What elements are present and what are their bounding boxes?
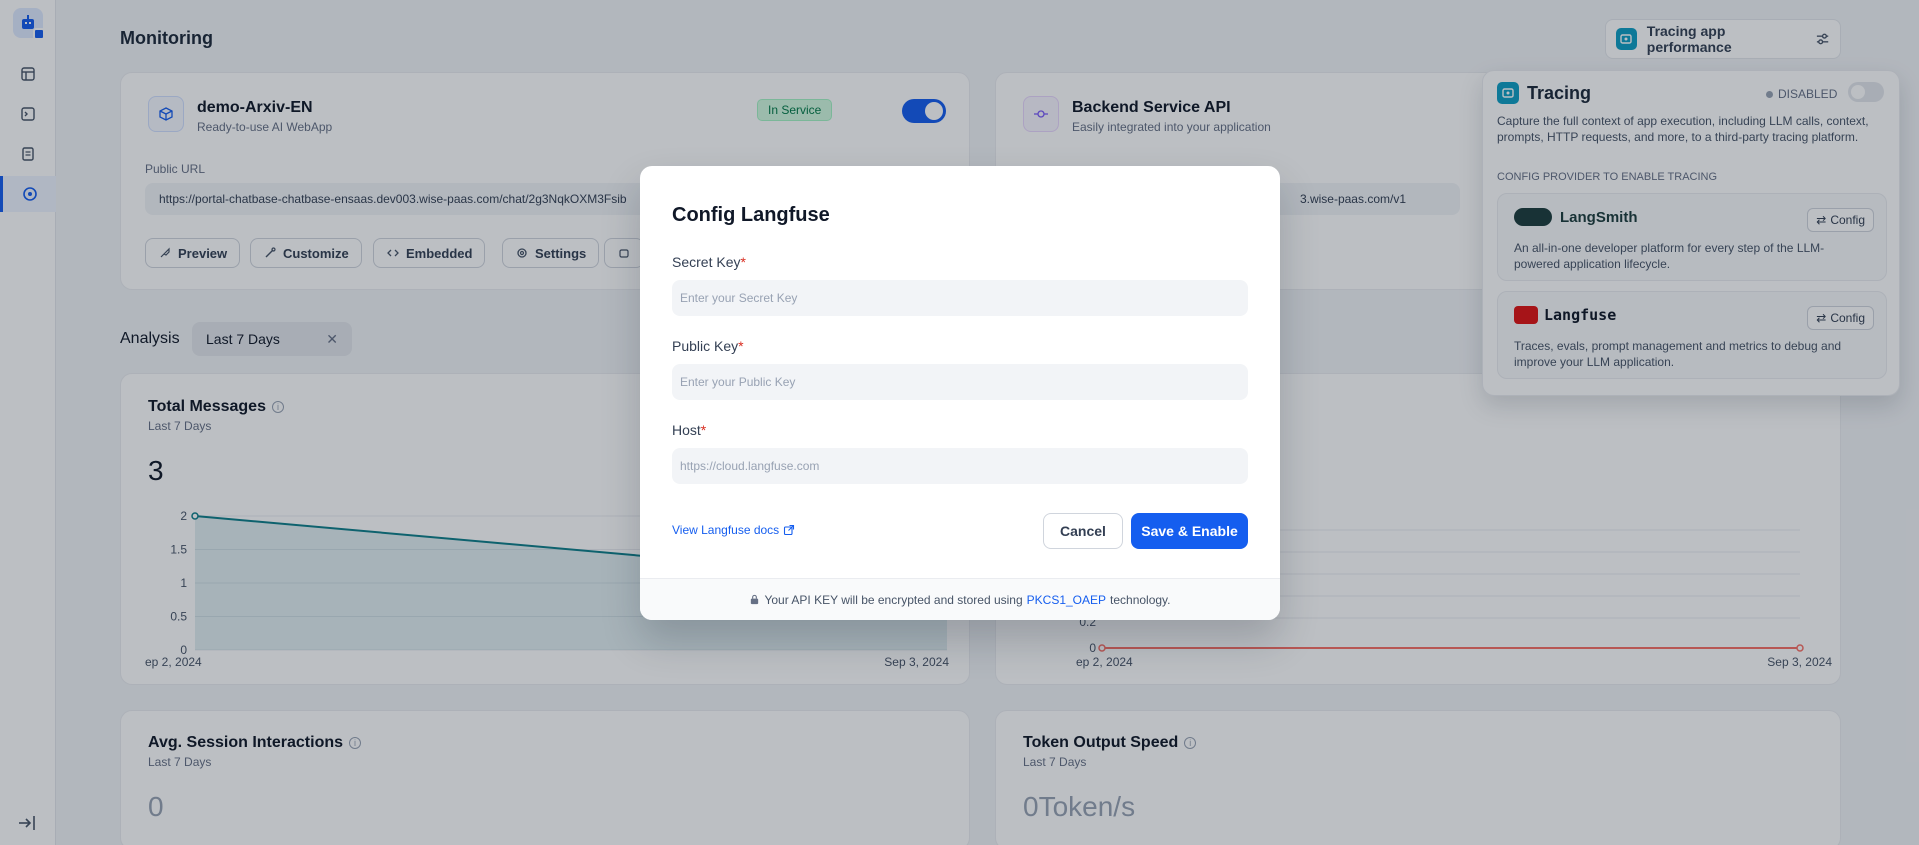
modal-footer: Your API KEY will be encrypted and store… [640,578,1280,620]
host-input[interactable] [672,448,1248,484]
footer-text: Your API KEY will be encrypted and store… [764,592,1023,607]
host-label-text: Host [672,422,701,438]
config-langfuse-modal: Config Langfuse Secret Key* Public Key* … [640,166,1280,620]
required-mark: * [700,422,707,438]
lock-icon [751,594,759,605]
secret-key-label: Secret Key* [672,254,746,270]
modal-title: Config Langfuse [672,204,830,226]
public-key-label-text: Public Key [672,338,739,354]
secret-key-input[interactable] [672,280,1248,316]
langfuse-docs-link[interactable]: View Langfuse docs [672,523,795,537]
secret-key-label-text: Secret Key [672,254,741,270]
required-mark: * [738,338,744,354]
footer-text-suffix: technology. [1110,592,1171,607]
save-enable-button[interactable]: Save & Enable [1131,513,1248,549]
host-label: Host* [672,422,706,438]
cancel-button[interactable]: Cancel [1043,513,1123,549]
footer-tech-link[interactable]: PKCS1_OAEP [1027,593,1106,607]
required-mark: * [740,254,746,270]
public-key-label: Public Key* [672,338,744,354]
docs-link-text: View Langfuse docs [672,523,780,537]
external-link-icon [784,524,795,536]
public-key-input[interactable] [672,364,1248,400]
